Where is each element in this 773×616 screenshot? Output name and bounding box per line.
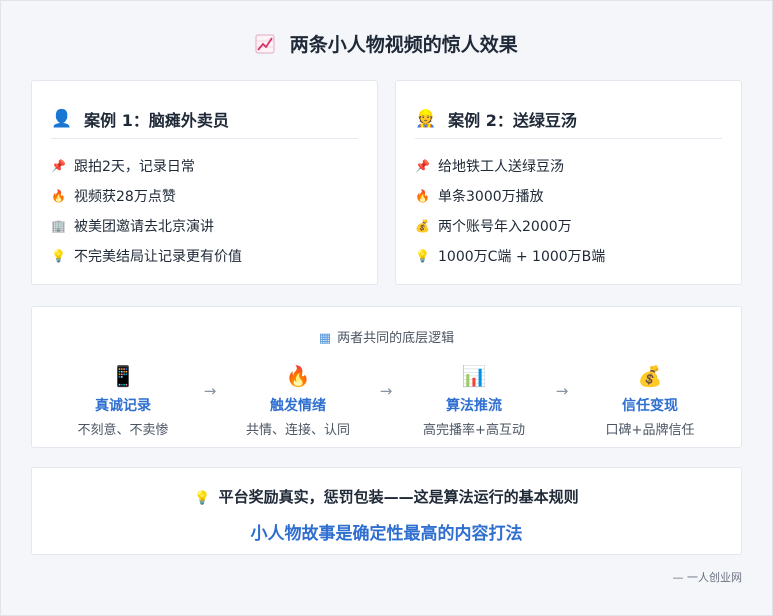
step-desc: 不刻意、不卖惨 <box>77 423 169 438</box>
flow-step-1: 📱 真诚记录 不刻意、不卖惨 <box>53 363 193 438</box>
page-title-text: 两条小人物视频的惊人效果 <box>289 34 518 56</box>
lightbulb-icon: 💡 <box>51 249 66 263</box>
step-desc: 共情、连接、认同 <box>245 423 350 438</box>
person-silhouette-icon: 👤 <box>51 108 73 129</box>
arrow-icon: → <box>555 382 569 400</box>
list-item-text: 视频获28万点赞 <box>74 189 176 205</box>
fire-icon: 🔥 <box>285 364 311 388</box>
logic-card: ▦ 两者共同的底层逻辑 📱 真诚记录 不刻意、不卖惨 → 🔥 触发情绪 共情、连接… <box>31 306 742 448</box>
logic-title-text: 两者共同的底层逻辑 <box>337 331 455 346</box>
lightbulb-icon: 💡 <box>194 491 211 506</box>
step-desc: 口碑+品牌信任 <box>605 423 695 438</box>
list-item-text: 给地铁工人送绿豆汤 <box>438 159 564 175</box>
source-credit: — 一人创业网 <box>672 571 743 584</box>
arrow-icon: → <box>379 382 393 400</box>
step-name: 算法推流 <box>446 398 502 414</box>
pushpin-icon: 📌 <box>415 159 430 173</box>
logic-title: ▦ 两者共同的底层逻辑 <box>32 327 741 346</box>
list-item: 📌 跟拍2天，记录日常 <box>51 151 242 181</box>
building-icon: 🏢 <box>51 219 66 233</box>
chart-increasing-icon <box>255 34 275 54</box>
worker-icon: 👷 <box>415 108 437 129</box>
page-title: 两条小人物视频的惊人效果 <box>0 30 773 57</box>
flow-step-3: 📊 算法推流 高完播率+高互动 <box>404 363 544 438</box>
case-card-2: 👷 案例 2：送绿豆汤 📌 给地铁工人送绿豆汤 🔥 单条3000万播放 💰 两个账号年… <box>395 80 742 285</box>
phone-icon: 📱 <box>110 364 136 388</box>
list-item: 🔥 单条3000万播放 <box>415 181 605 211</box>
money-bag-icon: 💰 <box>415 219 430 233</box>
bar-chart-icon: 📊 <box>461 364 487 388</box>
list-item: 💰 两个账号年入2000万 <box>415 211 605 241</box>
summary-card: 💡 平台奖励真实，惩罚包装——这是算法运行的基本规则 小人物故事是确定性最高的内容… <box>31 467 742 555</box>
list-item: 💡 不完美结局让记录更有价值 <box>51 241 242 271</box>
lightbulb-icon: 💡 <box>415 249 430 263</box>
arrow-icon: → <box>203 382 217 400</box>
flow-step-4: 💰 信任变现 口碑+品牌信任 <box>580 363 720 438</box>
list-item-text: 被美团邀请去北京演讲 <box>74 219 214 235</box>
case-card-1: 👤 案例 1：脑瘫外卖员 📌 跟拍2天，记录日常 🔥 视频获28万点赞 🏢 被美团邀请… <box>31 80 378 285</box>
case-list: 📌 跟拍2天，记录日常 🔥 视频获28万点赞 🏢 被美团邀请去北京演讲 💡 不完美结局让… <box>51 151 242 271</box>
summary-conclusion: 小人物故事是确定性最高的内容打法 <box>250 524 523 544</box>
list-item: 📌 给地铁工人送绿豆汤 <box>415 151 605 181</box>
flow-step-2: 🔥 触发情绪 共情、连接、认同 <box>228 363 368 438</box>
step-desc: 高完播率+高互动 <box>423 423 525 438</box>
calendar-icon: ▦ <box>318 331 332 346</box>
list-item-text: 两个账号年入2000万 <box>438 219 572 235</box>
step-name: 触发情绪 <box>270 398 326 414</box>
case-list: 📌 给地铁工人送绿豆汤 🔥 单条3000万播放 💰 两个账号年入2000万 💡 1000… <box>415 151 605 271</box>
list-item-text: 单条3000万播放 <box>438 189 544 205</box>
fire-icon: 🔥 <box>415 189 430 203</box>
step-name: 真诚记录 <box>95 398 151 414</box>
list-item: 💡 1000万C端 + 1000万B端 <box>415 241 605 271</box>
summary-rule-text: 平台奖励真实，惩罚包装——这是算法运行的基本规则 <box>218 488 579 506</box>
list-item: 🔥 视频获28万点赞 <box>51 181 242 211</box>
summary-rule: 💡 平台奖励真实，惩罚包装——这是算法运行的基本规则 <box>32 486 741 507</box>
list-item-text: 跟拍2天，记录日常 <box>74 159 195 175</box>
money-bag-icon: 💰 <box>637 364 663 388</box>
fire-icon: 🔥 <box>51 189 66 203</box>
case-heading-text: 案例 2：送绿豆汤 <box>448 110 577 130</box>
case-heading-text: 案例 1：脑瘫外卖员 <box>84 110 229 130</box>
list-item-text: 1000万C端 + 1000万B端 <box>438 249 606 265</box>
case-heading: 👷 案例 2：送绿豆汤 <box>415 99 722 139</box>
pushpin-icon: 📌 <box>51 159 66 173</box>
case-heading: 👤 案例 1：脑瘫外卖员 <box>51 99 358 139</box>
step-name: 信任变现 <box>622 398 678 414</box>
list-item-text: 不完美结局让记录更有价值 <box>74 249 242 265</box>
list-item: 🏢 被美团邀请去北京演讲 <box>51 211 242 241</box>
